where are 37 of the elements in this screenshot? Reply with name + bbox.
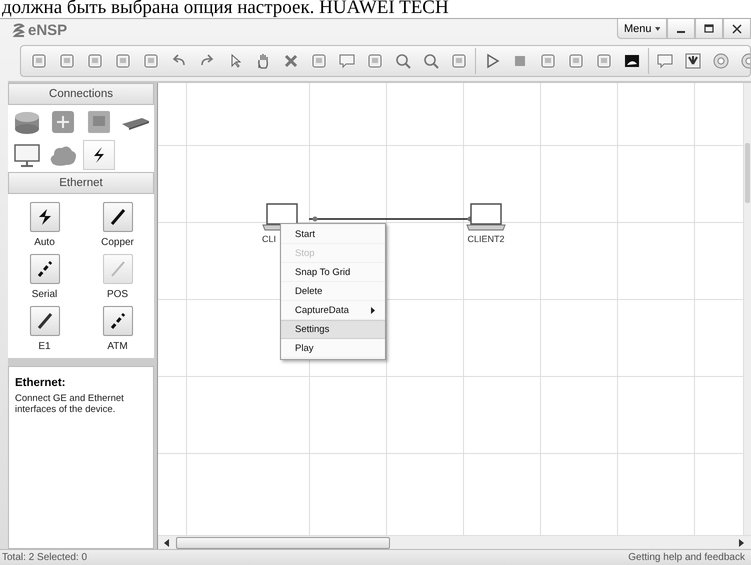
menu-item[interactable]: Start xyxy=(281,225,385,244)
section-header: Ethernet xyxy=(8,172,154,194)
device-label: CLI xyxy=(262,234,276,244)
cable-item[interactable]: ATM xyxy=(81,306,154,352)
close-button[interactable] xyxy=(723,19,751,39)
scroll-right-icon[interactable] xyxy=(739,538,745,546)
menu-item[interactable]: Delete xyxy=(281,282,385,301)
vertical-scrollbar[interactable] xyxy=(743,83,751,535)
cable-item[interactable]: Auto xyxy=(8,202,81,248)
logo-icon xyxy=(12,22,26,38)
menu-item[interactable]: Snap To Grid xyxy=(281,263,385,282)
laptop-icon[interactable] xyxy=(466,203,506,231)
cable-item[interactable]: Serial xyxy=(8,254,81,300)
description-title: Ethernet: xyxy=(15,377,66,389)
cable-item[interactable]: Copper xyxy=(81,202,154,248)
scroll-left-icon[interactable] xyxy=(164,538,170,546)
cable-item[interactable]: E1 xyxy=(8,306,81,352)
menu-item[interactable]: Play xyxy=(281,339,385,358)
minimize-button[interactable] xyxy=(667,19,695,39)
status-text: Total: 2 Selected: 0 xyxy=(2,552,88,563)
maximize-button[interactable] xyxy=(695,19,723,39)
monitor-icon xyxy=(12,142,42,168)
menu-item[interactable]: Settings xyxy=(281,320,385,339)
router-icon xyxy=(12,109,42,135)
menu-button[interactable]: Menu xyxy=(617,19,667,39)
description-text: Connect GE and Ethernet interfaces of the device. xyxy=(15,393,125,415)
device-label: CLIENT2 xyxy=(467,234,504,244)
submenu-arrow-icon xyxy=(371,306,375,314)
window-title: eNSP xyxy=(28,22,68,39)
panel-header: Connections xyxy=(8,83,154,105)
horizontal-scrollbar[interactable] xyxy=(158,535,751,549)
help-link[interactable]: Getting help and feedback xyxy=(628,552,745,563)
maximize-icon xyxy=(704,24,714,34)
minimize-icon xyxy=(677,30,685,32)
close-icon xyxy=(732,24,742,34)
device-category[interactable] xyxy=(83,140,115,170)
caret-icon xyxy=(654,26,660,30)
